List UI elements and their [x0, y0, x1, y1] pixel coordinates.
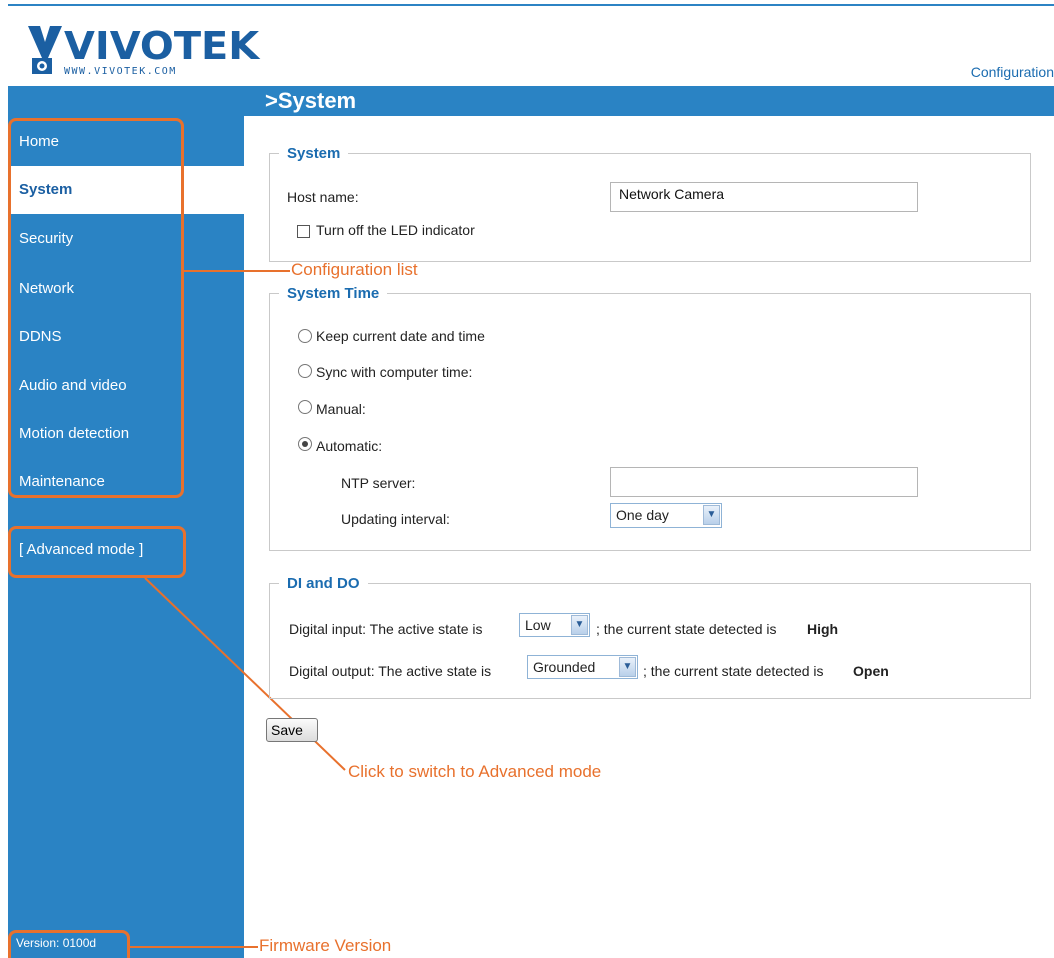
ntp-server-input[interactable]	[610, 467, 918, 497]
configuration-link[interactable]: Configuration	[971, 64, 1054, 80]
digital-output-value: Grounded	[533, 659, 596, 675]
radio-sync-computer[interactable]	[298, 364, 312, 378]
digital-input-label: Digital input: The active state is	[289, 621, 483, 637]
brand-name: VIVOTEK	[64, 24, 260, 68]
digital-input-value: Low	[525, 617, 551, 633]
radio-automatic[interactable]	[298, 437, 312, 451]
updating-interval-label: Updating interval:	[341, 511, 450, 527]
digital-input-suffix: ; the current state detected is	[596, 621, 777, 637]
radio-keep-current[interactable]	[298, 329, 312, 343]
advanced-annotation: Click to switch to Advanced mode	[348, 762, 602, 781]
title-bar	[8, 86, 1054, 116]
host-name-input[interactable]: Network Camera	[610, 182, 918, 212]
version-highlight	[8, 930, 130, 958]
sync-computer-label: Sync with computer time:	[316, 364, 473, 380]
digital-input-state: High	[807, 621, 839, 637]
host-name-label: Host name:	[287, 189, 359, 205]
digital-output-label: Digital output: The active state is	[289, 663, 492, 679]
config-list-highlight	[8, 118, 184, 498]
chevron-down-icon[interactable]: ▼	[571, 615, 588, 635]
digital-output-select[interactable]: Grounded ▼	[527, 655, 638, 679]
digital-output-state: Open	[853, 663, 889, 679]
automatic-label: Automatic:	[316, 438, 383, 454]
dido-legend: DI and DO	[279, 575, 368, 593]
save-button[interactable]: Save	[266, 718, 318, 742]
firmware-leader-line	[130, 946, 258, 948]
system-legend: System	[279, 145, 349, 163]
top-border	[8, 4, 1054, 6]
advanced-mode-highlight	[8, 526, 186, 578]
page-title: >System	[265, 88, 357, 113]
led-checkbox[interactable]	[297, 225, 310, 238]
dido-fieldset	[269, 583, 1031, 699]
manual-label: Manual:	[316, 401, 366, 417]
firmware-annotation: Firmware Version	[259, 936, 392, 955]
keep-current-label: Keep current date and time	[316, 328, 485, 344]
logo-mark-icon	[28, 26, 62, 74]
system-time-legend: System Time	[279, 285, 388, 303]
brand-url: WWW.VIVOTEK.COM	[64, 66, 177, 77]
config-list-annotation: Configuration list	[291, 260, 418, 279]
vivotek-logo: VIVOTEK WWW.VIVOTEK.COM	[28, 22, 259, 78]
chevron-down-icon[interactable]: ▼	[619, 657, 636, 677]
ntp-server-label: NTP server:	[341, 475, 416, 491]
chevron-down-icon[interactable]: ▼	[703, 505, 720, 525]
updating-interval-value: One day	[616, 507, 669, 523]
led-label: Turn off the LED indicator	[316, 222, 475, 238]
config-list-leader-line	[184, 270, 290, 272]
digital-output-suffix: ; the current state detected is	[643, 663, 824, 679]
updating-interval-select[interactable]: One day ▼	[610, 503, 722, 528]
radio-manual[interactable]	[298, 400, 312, 414]
digital-input-select[interactable]: Low ▼	[519, 613, 590, 637]
